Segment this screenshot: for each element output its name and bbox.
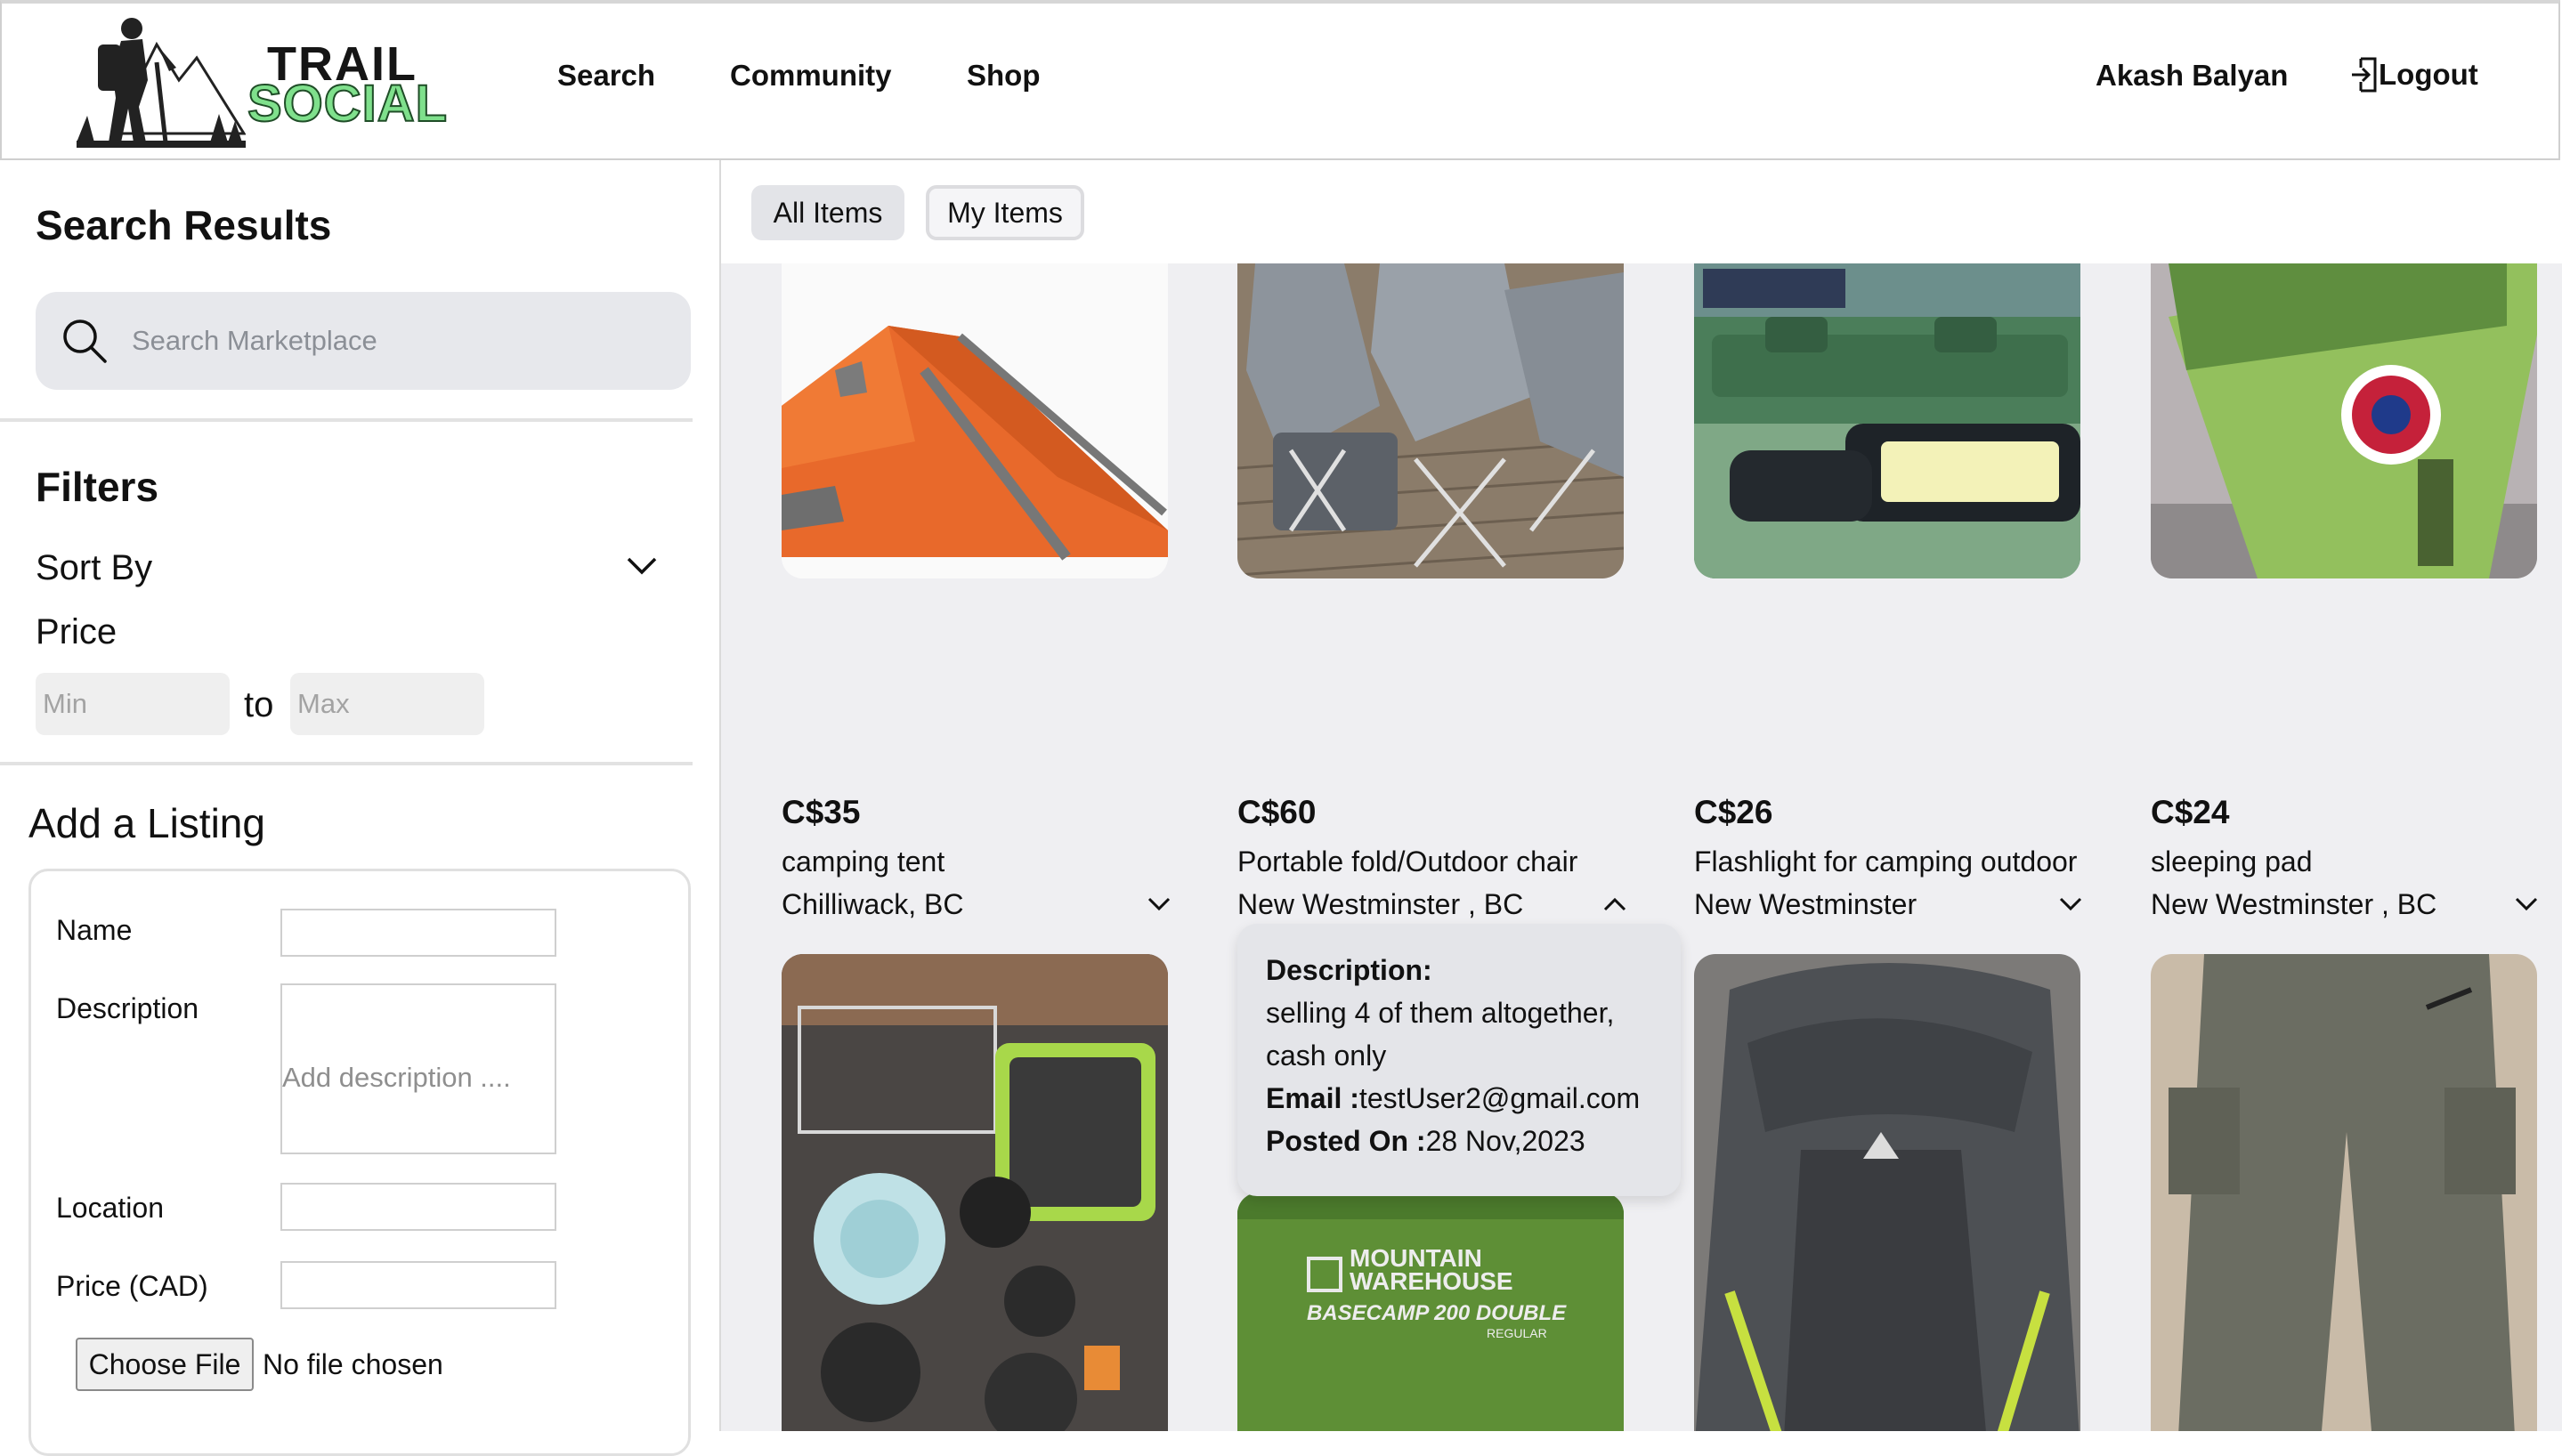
search-bar[interactable] (36, 292, 691, 390)
price-cad-label: Price (CAD) (56, 1270, 208, 1302)
items-tab-bar: All Items My Items (721, 160, 2562, 263)
marketplace-main: C$35 camping tent Chilliwack, BC C$60 Po… (721, 160, 2562, 1431)
divider (0, 418, 693, 422)
popup-posted-value: 28 Nov,2023 (1425, 1125, 1585, 1157)
listing-image-sleeping-pad[interactable] (2151, 263, 2537, 578)
sort-by-label[interactable]: Sort By (36, 548, 152, 588)
popup-posted-label: Posted On : (1266, 1125, 1426, 1157)
chevron-up-icon[interactable] (1602, 895, 1627, 913)
popup-description-text: selling 4 of them altogether, (1266, 997, 1615, 1029)
chevron-down-icon[interactable] (1147, 895, 1172, 913)
price-to-label: to (244, 685, 274, 724)
logout-label: Logout (2379, 58, 2478, 91)
listing-location: New Westminster , BC (2151, 888, 2437, 920)
sidebar: Search Results Filters Sort By Price to … (0, 160, 721, 1456)
description-label: Description (56, 992, 199, 1024)
popup-description-text: cash only (1266, 1039, 1387, 1072)
filters-heading: Filters (36, 464, 159, 510)
price-max-input[interactable] (290, 673, 484, 735)
location-field[interactable] (280, 1183, 556, 1231)
listing-price: C$24 (2151, 794, 2230, 830)
name-label: Name (56, 914, 133, 946)
search-input[interactable] (130, 317, 668, 365)
location-label: Location (56, 1192, 164, 1224)
nav-shop[interactable]: Shop (967, 59, 1040, 93)
add-listing-heading: Add a Listing (28, 800, 265, 846)
listing-title: Flashlight for camping outdoor (1694, 845, 2078, 878)
popup-description-label: Description: (1266, 954, 1432, 986)
popup-email-value: testUser2@gmail.com (1358, 1082, 1641, 1114)
tab-my-items[interactable]: My Items (926, 185, 1084, 240)
name-field[interactable] (280, 909, 556, 957)
popup-posted: Posted On :28 Nov,2023 (1266, 1125, 1585, 1158)
price-filter-label: Price (36, 612, 118, 651)
user-name[interactable]: Akash Balyan (2096, 59, 2288, 93)
listing-location: Chilliwack, BC (782, 888, 964, 920)
chevron-down-icon[interactable] (627, 555, 657, 577)
add-listing-form: Name Description Location Price (CAD) Ch… (28, 869, 691, 1456)
chevron-down-icon[interactable] (2514, 895, 2539, 913)
tab-all-items[interactable]: All Items (751, 185, 904, 240)
listing-title: sleeping pad (2151, 845, 2313, 878)
popup-email: Email :testUser2@gmail.com (1266, 1082, 1640, 1115)
choose-file-button[interactable]: Choose File (76, 1338, 254, 1391)
brand-text: REGULAR (1487, 1326, 1547, 1340)
top-navbar: TRAIL SOCIAL Search Community Shop Akash… (0, 0, 2560, 160)
chevron-down-icon[interactable] (2058, 895, 2083, 913)
listing-image-backpack[interactable] (1694, 954, 2080, 1431)
description-field[interactable] (280, 983, 556, 1154)
listing-price: C$26 (1694, 794, 1773, 830)
listing-image-tent[interactable] (782, 263, 1168, 578)
brand-text: BASECAMP 200 DOUBLE (1307, 1301, 1567, 1325)
logout-button[interactable]: Logout (2348, 55, 2478, 94)
logout-icon (2352, 57, 2377, 93)
price-field[interactable] (280, 1261, 556, 1309)
popup-email-label: Email : (1266, 1082, 1359, 1114)
nav-search[interactable]: Search (557, 59, 655, 93)
listing-image-pants[interactable] (2151, 954, 2537, 1431)
listing-title: camping tent (782, 845, 945, 878)
price-min-input[interactable] (36, 673, 230, 735)
listing-location: New Westminster , BC (1237, 888, 1524, 920)
nav-community[interactable]: Community (730, 59, 892, 93)
divider (0, 762, 693, 765)
listing-location: New Westminster (1694, 888, 1917, 920)
listing-price: C$35 (782, 794, 861, 830)
listing-image-sleeping-bag[interactable]: MOUNTAIN WAREHOUSE BASECAMP 200 DOUBLE R… (1237, 1193, 1624, 1431)
hiker-logo-icon[interactable] (77, 9, 246, 150)
listing-details-popup: Description: selling 4 of them altogethe… (1237, 924, 1681, 1196)
listing-title: Portable fold/Outdoor chair (1237, 845, 1578, 878)
logo-wordmark-social: SOCIAL (247, 75, 449, 133)
file-status: No file chosen (263, 1348, 443, 1380)
brand-text: WAREHOUSE (1350, 1267, 1513, 1295)
listing-image-chair[interactable] (1237, 263, 1624, 578)
search-icon (63, 320, 107, 363)
search-results-heading: Search Results (36, 202, 332, 248)
listing-price: C$60 (1237, 794, 1317, 830)
listing-image-flashlight[interactable] (1694, 263, 2080, 578)
listing-image-cookware[interactable] (782, 954, 1168, 1431)
